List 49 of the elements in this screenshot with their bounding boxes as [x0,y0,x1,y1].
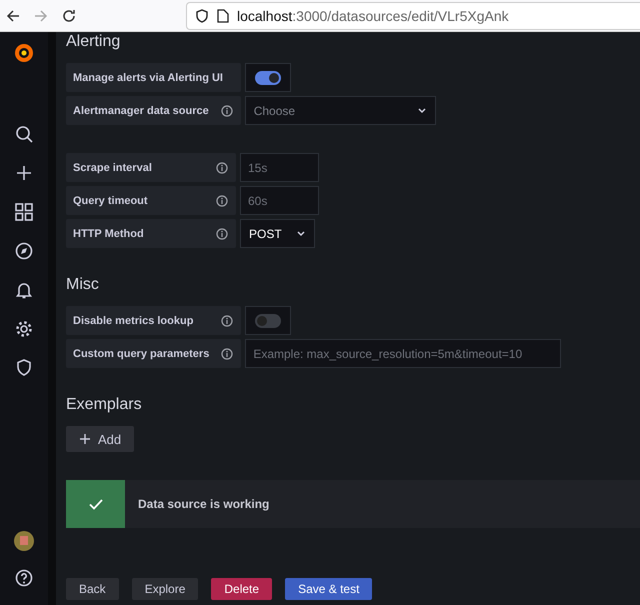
select-dropdown[interactable]: POST [240,219,315,248]
delete-button[interactable]: Delete [211,578,272,600]
section-title: Misc [66,276,99,294]
avatar-icon[interactable] [14,531,34,551]
text-field[interactable]: 15s [240,153,319,182]
toggle-switch[interactable] [245,306,292,335]
info-icon [216,228,228,240]
section-title: Alerting [66,33,120,51]
save-button[interactable]: Save & test [285,578,372,600]
dashboards-icon[interactable] [15,203,33,221]
check-icon [88,498,102,510]
label-text: HTTP Method [73,228,144,240]
info-icon [221,314,234,326]
toggle-switch[interactable] [244,63,291,92]
label-text: Disable metrics lookup [73,314,194,326]
search-icon[interactable] [15,125,33,143]
help-icon[interactable] [15,569,33,587]
secondary-button[interactable]: Back [66,578,119,600]
url-text: localhost:3000/datasources/edit/VLr5XgAnk [237,8,509,24]
label-text: Scrape interval [73,162,152,174]
alert-text: Data source is working [138,497,270,511]
bell-icon[interactable] [15,281,33,299]
label-text: Custom query parameters [73,348,210,360]
info-icon [220,104,233,116]
text-field[interactable]: Example: max_source_resolution=5m&timeout=10 [245,339,561,368]
plus-icon[interactable] [15,164,33,182]
section-title: Exemplars [66,396,142,414]
add-button[interactable]: Add [66,426,134,452]
plus-icon [80,434,90,444]
label-text: Manage alerts via Alerting UI [73,72,223,84]
chevron-down-icon [416,106,427,115]
shield-icon [195,8,209,22]
label-text: Alertmanager data source [73,104,209,116]
compass-icon[interactable] [15,242,33,260]
info-icon [221,348,234,360]
select-dropdown[interactable]: Choose [244,96,436,125]
text-field[interactable]: 60s [240,186,319,215]
address-bar[interactable]: localhost:3000/datasources/edit/VLr5XgAnk [186,2,640,30]
secondary-button[interactable]: Explore [132,578,198,600]
page-icon [217,8,229,22]
shield-icon[interactable] [15,359,33,377]
grafana-logo [12,41,36,65]
back-icon[interactable] [6,8,20,22]
chevron-down-icon [296,229,306,238]
settings-icon[interactable] [15,320,33,338]
info-icon [216,162,228,174]
reload-icon[interactable] [62,8,76,22]
label-text: Query timeout [73,194,148,206]
info-icon [216,194,228,206]
